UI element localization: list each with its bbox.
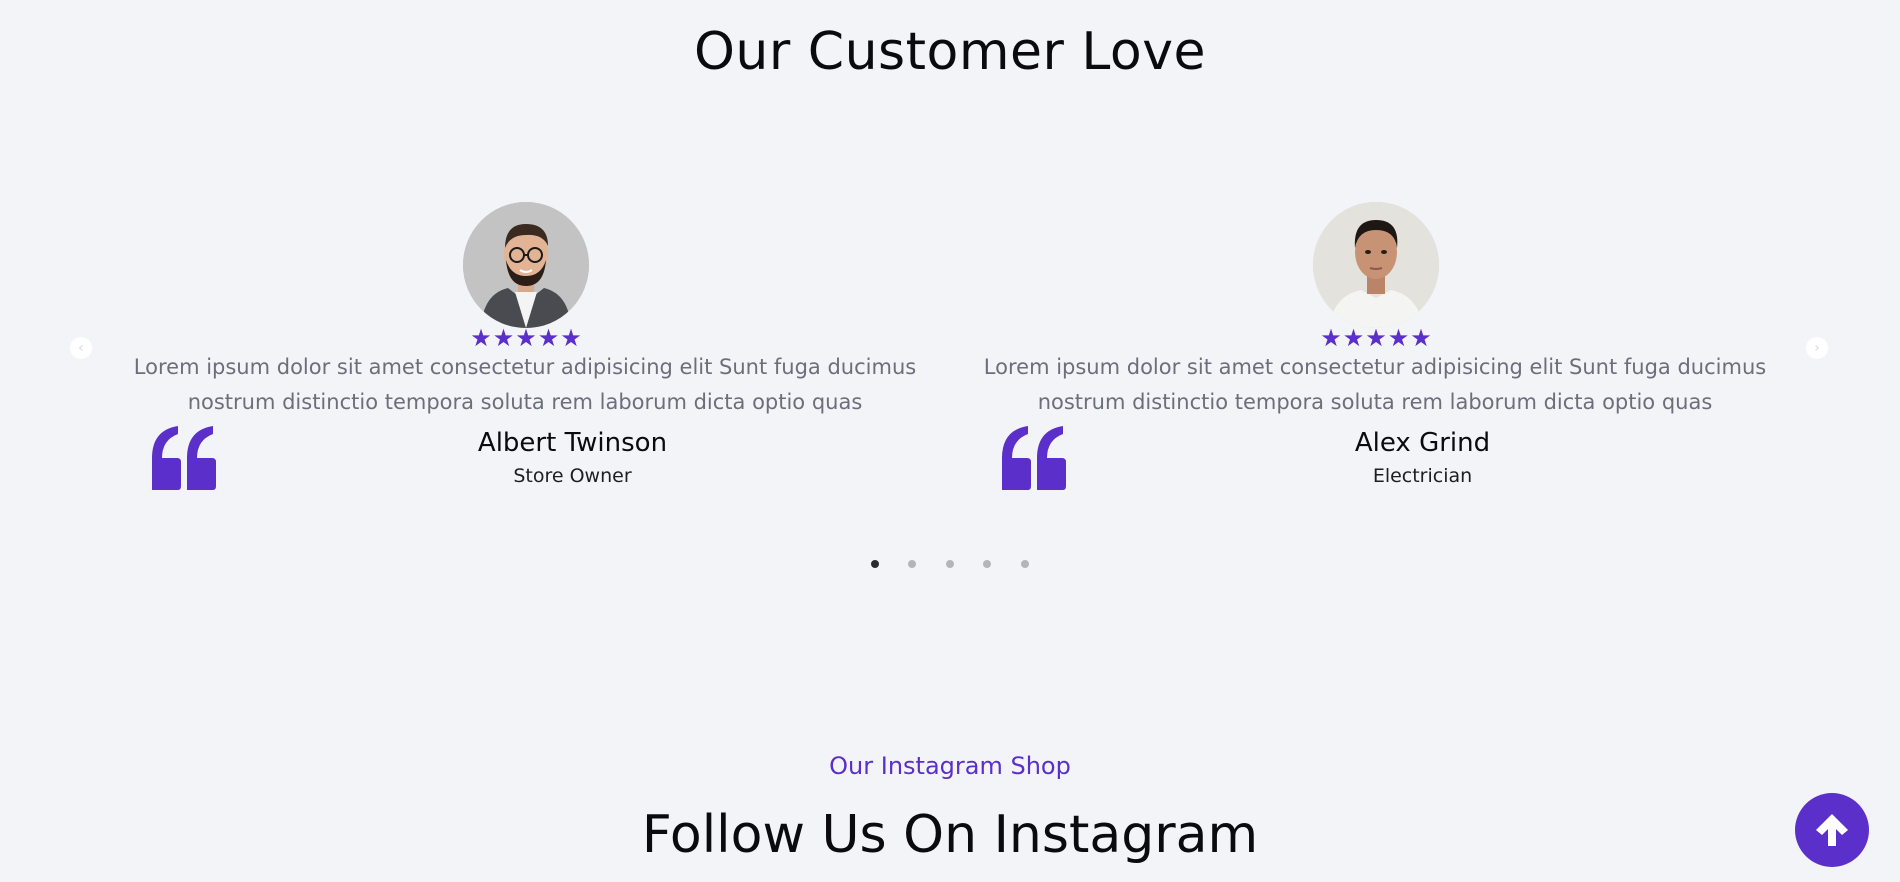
star-icon: ★ xyxy=(537,324,560,352)
customer-role: Store Owner xyxy=(513,465,632,487)
carousel-pagination xyxy=(0,560,1900,570)
customer-name: Alex Grind xyxy=(1354,428,1491,458)
star-icon: ★ xyxy=(1320,324,1342,352)
pagination-dot[interactable] xyxy=(908,560,916,568)
customer-role: Electrician xyxy=(1372,465,1473,487)
instagram-subtitle: Our Instagram Shop xyxy=(829,752,1071,780)
avatar xyxy=(1313,202,1439,328)
star-icon: ★ xyxy=(1342,324,1365,352)
testimonial-text: Lorem ipsum dolor sit amet consectetur a… xyxy=(133,355,917,414)
carousel-next-button[interactable]: › xyxy=(1806,337,1828,359)
star-icon: ★ xyxy=(560,324,582,352)
pagination-dot[interactable] xyxy=(1021,560,1029,568)
testimonial-text: Lorem ipsum dolor sit amet consectetur a… xyxy=(983,355,1767,414)
rating-stars: ★★★★★ xyxy=(463,326,589,350)
star-icon: ★ xyxy=(492,324,515,352)
carousel-prev-button[interactable]: ‹ xyxy=(70,337,92,359)
customer-name: Albert Twinson xyxy=(477,428,668,458)
chevron-left-icon: ‹ xyxy=(78,340,84,356)
avatar xyxy=(463,202,589,328)
instagram-title: Follow Us On Instagram xyxy=(641,805,1259,865)
pagination-dot[interactable] xyxy=(983,560,991,568)
star-icon: ★ xyxy=(1365,324,1387,352)
pagination-dot[interactable] xyxy=(946,560,954,568)
star-icon: ★ xyxy=(470,324,492,352)
star-icon: ★ xyxy=(1410,324,1432,352)
scroll-to-top-button[interactable] xyxy=(1795,793,1869,867)
star-icon: ★ xyxy=(515,324,537,352)
testimonials-title: Our Customer Love xyxy=(693,22,1207,82)
star-icon: ★ xyxy=(1387,324,1410,352)
chevron-right-icon: › xyxy=(1814,340,1820,356)
rating-stars: ★★★★★ xyxy=(1313,326,1439,350)
arrow-up-icon xyxy=(1816,814,1848,846)
pagination-dot[interactable] xyxy=(871,560,879,568)
